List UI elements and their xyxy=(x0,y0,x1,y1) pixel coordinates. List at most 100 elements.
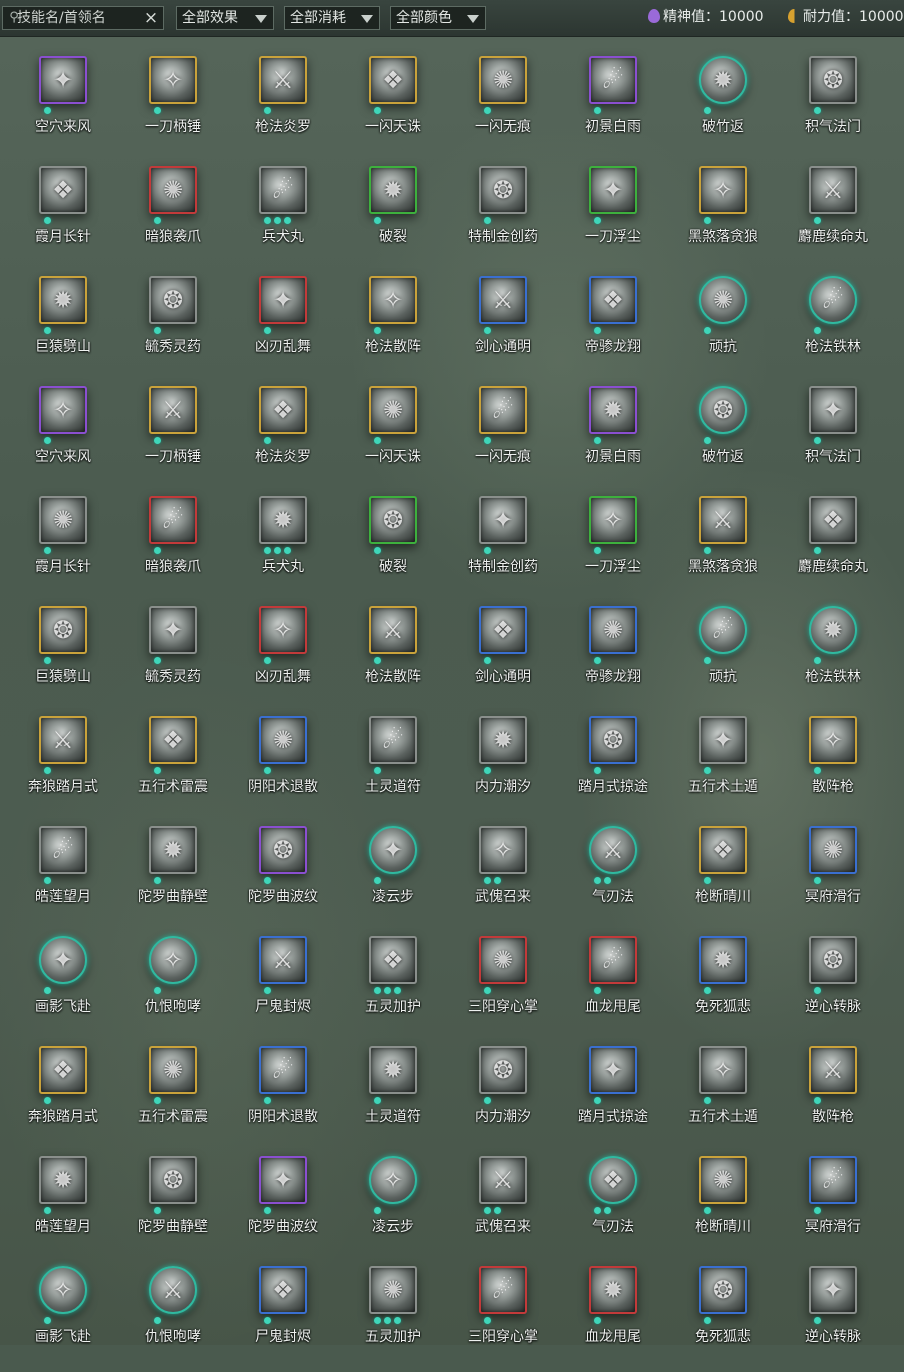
skill-cell[interactable]: ✺ 三阳穿心掌 xyxy=(448,932,558,1042)
qi-blade-icon[interactable]: ❖ xyxy=(589,1156,637,1204)
pill-icon[interactable]: ❖ xyxy=(809,496,857,544)
skill-cell[interactable]: ✦ 特制金创药 xyxy=(448,492,558,602)
skill-cell[interactable]: ☄ 血龙甩尾 xyxy=(558,932,668,1042)
effect-filter-dropdown[interactable]: 全部效果 xyxy=(176,6,274,30)
skill-cell[interactable]: ❖ 霞月长针 xyxy=(8,162,118,272)
wolf-icon[interactable]: ⚔ xyxy=(699,496,747,544)
skill-cell[interactable]: ❂ 特制金创药 xyxy=(448,162,558,272)
skill-cell[interactable]: ⚔ 尸鬼封烬 xyxy=(228,932,338,1042)
skill-cell[interactable]: ✺ 帝骖龙翔 xyxy=(558,602,668,712)
skill-cell[interactable]: ✦ 踏月式掠途 xyxy=(558,1042,668,1152)
clear-icon[interactable]: × xyxy=(142,8,160,28)
skill-cell[interactable]: ✹ 巨猿劈山 xyxy=(8,272,118,382)
dust-icon[interactable]: ✦ xyxy=(589,166,637,214)
skill-cell[interactable]: ⚔ 麝鹿续命丸 xyxy=(778,162,888,272)
skill-cell[interactable]: ✺ 枪断晴川 xyxy=(668,1152,778,1262)
skill-cell[interactable]: ⚔ 散阵枪 xyxy=(778,1042,888,1152)
skill-cell[interactable]: ⚔ 气刃法 xyxy=(558,822,668,932)
sword-icon[interactable]: ❖ xyxy=(479,606,527,654)
qi-icon[interactable]: ✦ xyxy=(809,386,857,434)
skill-cell[interactable]: ✧ 枪法散阵 xyxy=(338,272,448,382)
spear-icon[interactable]: ✺ xyxy=(699,1156,747,1204)
cost-filter-dropdown[interactable]: 全部消耗 xyxy=(284,6,380,30)
glide-icon[interactable]: ☄ xyxy=(809,1156,857,1204)
crescent-icon[interactable]: ☄ xyxy=(39,826,87,874)
shrine-icon[interactable]: ❖ xyxy=(369,936,417,984)
thunder-icon[interactable]: ✺ xyxy=(149,1046,197,1094)
skill-cell[interactable]: ✧ 仇恨咆哮 xyxy=(118,932,228,1042)
skill-cell[interactable]: ❂ 毓秀灵药 xyxy=(118,272,228,382)
skill-cell[interactable]: ✧ 凌云步 xyxy=(338,1152,448,1262)
skill-cell[interactable]: ⚔ 仇恨咆哮 xyxy=(118,1262,228,1372)
fox-icon[interactable]: ✹ xyxy=(699,936,747,984)
skill-cell[interactable]: ⚔ 枪法炎罗 xyxy=(228,52,338,162)
ape-icon[interactable]: ✹ xyxy=(39,276,87,324)
gourd-icon[interactable]: ❂ xyxy=(149,276,197,324)
skill-cell[interactable]: ✦ 毓秀灵药 xyxy=(118,602,228,712)
skill-cell[interactable]: ❂ 逆心转脉 xyxy=(778,932,888,1042)
skill-cell[interactable]: ✹ 土灵道符 xyxy=(338,1042,448,1152)
spear-icon[interactable]: ✧ xyxy=(369,276,417,324)
cloud-step-icon[interactable]: ✧ xyxy=(369,1156,417,1204)
search-box[interactable]: ⚲ × xyxy=(2,6,164,30)
skill-cell[interactable]: ✺ 霞月长针 xyxy=(8,492,118,602)
skill-cell[interactable]: ☄ 初景白雨 xyxy=(558,52,668,162)
dragon-icon[interactable]: ❖ xyxy=(589,276,637,324)
skill-cell[interactable]: ❖ 枪法炎罗 xyxy=(228,382,338,492)
shadow-icon[interactable]: ✦ xyxy=(39,936,87,984)
earth-icon[interactable]: ✧ xyxy=(699,1046,747,1094)
glide-icon[interactable]: ✺ xyxy=(809,826,857,874)
skill-cell[interactable]: ✧ 画影飞赴 xyxy=(8,1262,118,1372)
blade-icon[interactable]: ✧ xyxy=(149,56,197,104)
skill-cell[interactable]: ✦ 逆心转脉 xyxy=(778,1262,888,1372)
skill-cell[interactable]: ✺ 暗狼袭爪 xyxy=(118,162,228,272)
skill-cell[interactable]: ✹ 陀罗曲静壁 xyxy=(118,822,228,932)
skill-cell[interactable]: ✹ 初景白雨 xyxy=(558,382,668,492)
slash-icon[interactable]: ✺ xyxy=(479,56,527,104)
counter-icon[interactable]: ❂ xyxy=(699,386,747,434)
palm-icon[interactable]: ✺ xyxy=(479,936,527,984)
roar-icon[interactable]: ✧ xyxy=(149,936,197,984)
skill-cell[interactable]: ✹ 枪法铁林 xyxy=(778,602,888,712)
tail-icon[interactable]: ☄ xyxy=(589,936,637,984)
claw-icon[interactable]: ✺ xyxy=(149,166,197,214)
skill-cell[interactable]: ✦ 陀罗曲波纹 xyxy=(228,1152,338,1262)
slash-icon[interactable]: ☄ xyxy=(479,386,527,434)
skill-cell[interactable]: ❖ 五灵加护 xyxy=(338,932,448,1042)
skill-cell[interactable]: ✺ 五行术雷震 xyxy=(118,1042,228,1152)
wolf-icon[interactable]: ✧ xyxy=(699,166,747,214)
tail-icon[interactable]: ✹ xyxy=(589,1266,637,1314)
skill-cell[interactable]: ☄ 顽抗 xyxy=(668,602,778,712)
skill-cell[interactable]: ❖ 剑心通明 xyxy=(448,602,558,712)
skill-cell[interactable]: ❂ 巨猿劈山 xyxy=(8,602,118,712)
skill-cell[interactable]: ❂ 积气法门 xyxy=(778,52,888,162)
sword-icon[interactable]: ⚔ xyxy=(479,276,527,324)
yinyang-icon[interactable]: ☄ xyxy=(259,1046,307,1094)
ape-icon[interactable]: ❂ xyxy=(39,606,87,654)
skill-cell[interactable]: ✦ 一刀浮尘 xyxy=(558,162,668,272)
skill-cell[interactable]: ☄ 枪法铁林 xyxy=(778,272,888,382)
skill-cell[interactable]: ✺ 五灵加护 xyxy=(338,1262,448,1372)
skill-cell[interactable]: ✺ 一闪天诛 xyxy=(338,382,448,492)
vortex-icon[interactable]: ❂ xyxy=(809,936,857,984)
skill-cell[interactable]: ✧ 黑煞落贪狼 xyxy=(668,162,778,272)
skill-cell[interactable]: ⚔ 一刀柄锤 xyxy=(118,382,228,492)
skill-cell[interactable]: ☄ 冥府滑行 xyxy=(778,1152,888,1262)
skill-cell[interactable]: ⚔ 剑心通明 xyxy=(448,272,558,382)
dragon-icon[interactable]: ✺ xyxy=(589,606,637,654)
skill-cell[interactable]: ❖ 五行术雷震 xyxy=(118,712,228,822)
rain-icon[interactable]: ✹ xyxy=(589,386,637,434)
color-filter-dropdown[interactable]: 全部颜色 xyxy=(390,6,486,30)
dancer-icon[interactable]: ❂ xyxy=(149,1156,197,1204)
skill-cell[interactable]: ✹ 兵犬丸 xyxy=(228,492,338,602)
palm-icon[interactable]: ☄ xyxy=(479,1266,527,1314)
skill-cell[interactable]: ✺ 一闪无痕 xyxy=(448,52,558,162)
skill-cell[interactable]: ❖ 奔狼踏月式 xyxy=(8,1042,118,1152)
crescent-icon[interactable]: ✹ xyxy=(39,1156,87,1204)
skill-cell[interactable]: ✹ 血龙甩尾 xyxy=(558,1262,668,1372)
moon-step-icon[interactable]: ✦ xyxy=(589,1046,637,1094)
medicine-icon[interactable]: ❂ xyxy=(479,166,527,214)
skill-cell[interactable]: ❖ 一闪天诛 xyxy=(338,52,448,162)
skill-cell[interactable]: ❂ 破裂 xyxy=(338,492,448,602)
skill-cell[interactable]: ✹ 破竹返 xyxy=(668,52,778,162)
